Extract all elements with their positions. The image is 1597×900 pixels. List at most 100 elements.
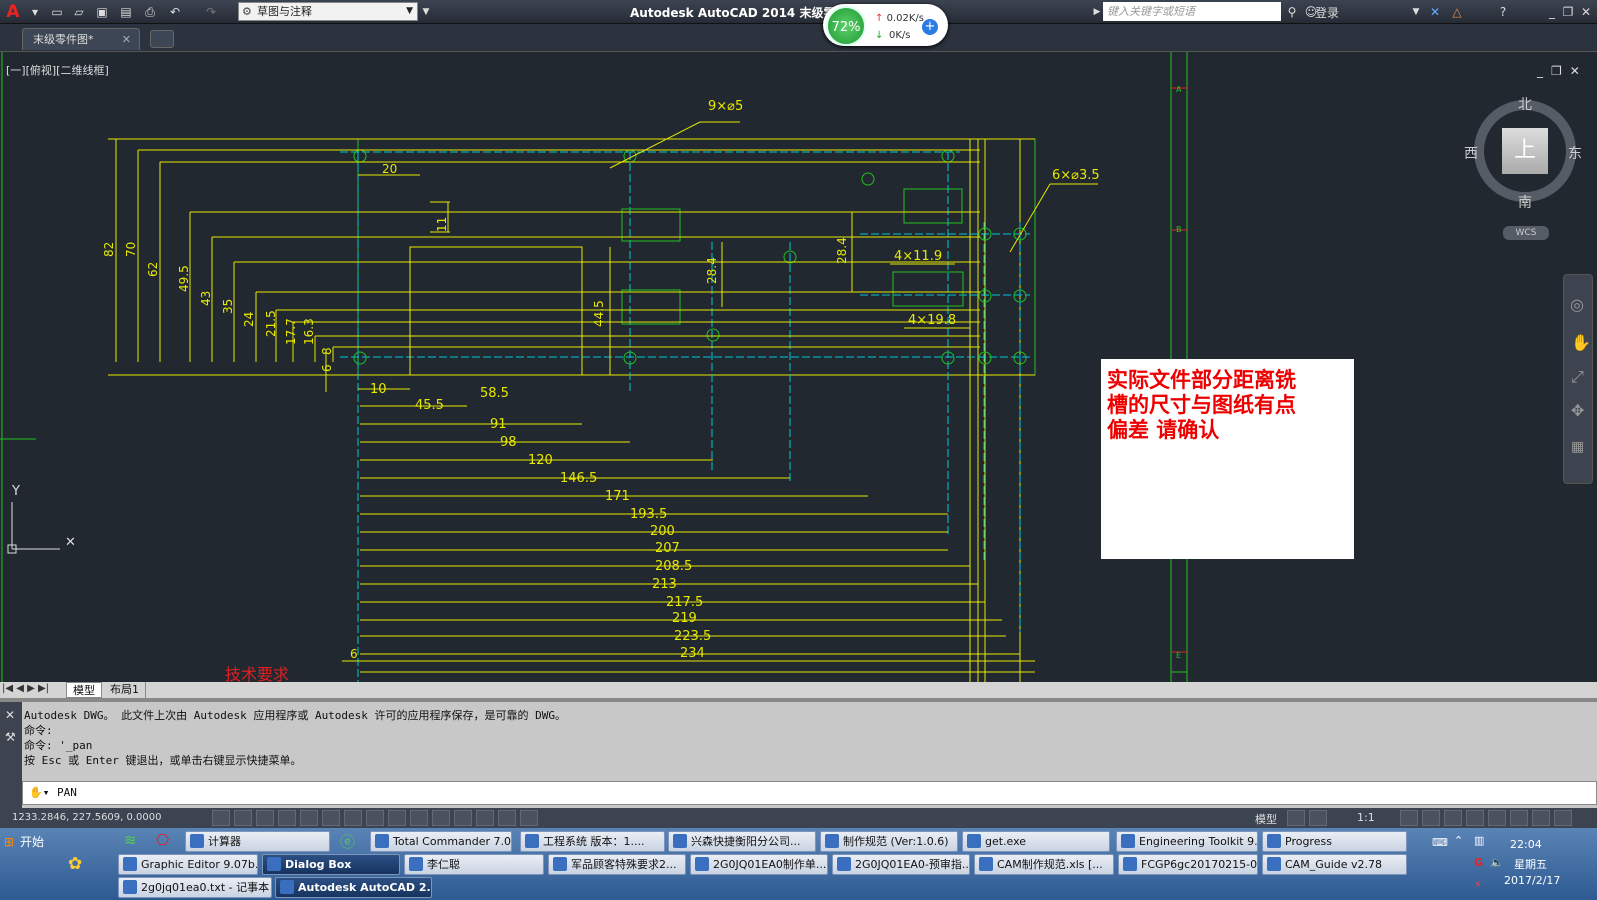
- close-icon[interactable]: ✕: [5, 708, 15, 722]
- network-icon[interactable]: ▥: [1474, 834, 1484, 847]
- hardware-accel-icon[interactable]: [1488, 810, 1506, 826]
- taskbar-item[interactable]: Autodesk AutoCAD 2...: [275, 877, 432, 898]
- taskbar-item[interactable]: get.exe: [962, 831, 1110, 852]
- compass-west[interactable]: 西: [1464, 143, 1478, 163]
- otrack-icon[interactable]: [366, 810, 384, 826]
- 3d-osnap-icon[interactable]: [344, 810, 362, 826]
- taskbar-item[interactable]: 2G0JQ01EA0-预审指...: [832, 854, 970, 875]
- wrench-icon[interactable]: ⚒: [5, 730, 16, 744]
- clock-time[interactable]: 22:04: [1510, 838, 1542, 851]
- zoom-icon[interactable]: ⤢: [1571, 367, 1584, 387]
- clean-screen-icon[interactable]: [1532, 810, 1550, 826]
- selection-cycling-icon[interactable]: [498, 810, 516, 826]
- binoculars-icon[interactable]: ⚲: [1283, 3, 1301, 21]
- taskbar-item[interactable]: Progress: [1262, 831, 1407, 852]
- app-menu-arrow-icon[interactable]: ▾: [28, 3, 42, 21]
- annotation-monitor-icon[interactable]: [520, 810, 538, 826]
- taskbar-item[interactable]: 军品顾客特殊要求2...: [548, 854, 686, 875]
- tab-layout1[interactable]: 布局1: [104, 682, 146, 698]
- print-icon[interactable]: ⎙: [141, 3, 159, 21]
- annotation-visibility-icon[interactable]: [1400, 810, 1418, 826]
- save-as-icon[interactable]: ▤: [117, 3, 135, 21]
- pan-hand-icon[interactable]: ✋: [1571, 333, 1591, 352]
- compass-south[interactable]: 南: [1518, 192, 1532, 212]
- customize-toolbar-icon[interactable]: ▼: [420, 3, 432, 21]
- clock-date[interactable]: 2017/2/17: [1504, 874, 1560, 887]
- wcs-menu[interactable]: WCS: [1503, 226, 1549, 240]
- taskbar-item[interactable]: 2g0jq01ea0.txt - 记事本: [118, 877, 272, 898]
- help-icon[interactable]: ?: [1494, 3, 1512, 21]
- tray-expand-icon[interactable]: ⌃: [1454, 834, 1463, 847]
- new-file-icon[interactable]: ▭: [48, 3, 66, 21]
- taskbar-item[interactable]: CAM制作规范.xls [...: [974, 854, 1114, 875]
- annotation-scale[interactable]: 1:1: [1357, 811, 1375, 824]
- quick-view-drawings-icon[interactable]: [1309, 810, 1327, 826]
- new-tab-button[interactable]: [150, 30, 174, 48]
- dyn-icon[interactable]: [410, 810, 428, 826]
- lineweight-icon[interactable]: [432, 810, 450, 826]
- command-input[interactable]: ✋▾ PAN: [22, 781, 1597, 805]
- flower-icon[interactable]: ✿: [68, 854, 82, 874]
- showmotion-icon[interactable]: ▦: [1571, 439, 1584, 455]
- taskbar-item[interactable]: 计算器: [185, 831, 330, 852]
- save-icon[interactable]: ▣: [93, 3, 111, 21]
- ortho-icon[interactable]: [278, 810, 296, 826]
- autocad-logo-icon[interactable]: A: [2, 2, 24, 22]
- navigation-bar[interactable]: ◎ ✋ ⤢ ✥ ▦: [1563, 274, 1593, 484]
- drawing-canvas[interactable]: [一][俯视][二维线框] _❐✕ ABCDEY✕ 82706249.54335…: [0, 52, 1597, 682]
- autodesk360-icon[interactable]: △: [1448, 3, 1466, 21]
- taskbar-item[interactable]: 兴森快捷衡阳分公司...: [668, 831, 816, 852]
- auto-scale-icon[interactable]: [1422, 810, 1440, 826]
- layout-nav-arrows-icon[interactable]: |◀ ◀ ▶ ▶|: [2, 683, 64, 697]
- quick-props-icon[interactable]: [476, 810, 494, 826]
- document-tab[interactable]: 末级零件图* ✕: [22, 28, 140, 50]
- taskbar-item[interactable]: Total Commander 7.0 ...: [370, 831, 512, 852]
- status-menu-icon[interactable]: [1554, 810, 1572, 826]
- taskbar-item[interactable]: Dialog Box: [262, 854, 400, 875]
- taskbar-item[interactable]: 李仁聪: [404, 854, 544, 875]
- snap-icon[interactable]: [234, 810, 252, 826]
- osnap-icon[interactable]: [322, 810, 340, 826]
- restore-button[interactable]: ❐: [1561, 3, 1575, 21]
- workspace-dropdown[interactable]: ⚙ 草图与注释 ▼: [238, 2, 418, 21]
- login-button[interactable]: 登录: [1315, 4, 1339, 21]
- workspace-switch-icon[interactable]: [1444, 810, 1462, 826]
- start-button[interactable]: ⊞ 开始: [2, 831, 52, 853]
- ie-icon[interactable]: ⓔ: [340, 831, 355, 852]
- coordinates-readout[interactable]: 1233.2846, 227.5609, 0.0000: [12, 812, 162, 823]
- volume-icon[interactable]: 🔈: [1490, 856, 1504, 869]
- model-space-toggle[interactable]: 模型: [1255, 811, 1277, 827]
- close-tab-icon[interactable]: ✕: [122, 29, 131, 51]
- infer-constraints-icon[interactable]: [212, 810, 230, 826]
- redo-icon[interactable]: ↷: [202, 3, 220, 21]
- viewcube[interactable]: 上 北 南 东 西 WCS: [1464, 92, 1582, 242]
- taskbar-item[interactable]: Engineering Toolkit 9....: [1116, 831, 1258, 852]
- taskbar-item[interactable]: 制作规范 (Ver:1.0.6): [820, 831, 958, 852]
- tray-app-icon[interactable]: ⚡: [1474, 878, 1482, 891]
- open-file-icon[interactable]: ▱: [70, 3, 88, 21]
- pdf-icon[interactable]: ⎔: [156, 831, 169, 849]
- quicklaunch-icon[interactable]: ≋: [124, 831, 137, 849]
- polar-icon[interactable]: [300, 810, 318, 826]
- minimize-button[interactable]: _: [1545, 3, 1559, 21]
- compass-east[interactable]: 东: [1568, 143, 1582, 163]
- clock-day[interactable]: 星期五: [1514, 856, 1547, 872]
- search-input[interactable]: 键入关键字或短语: [1103, 2, 1281, 21]
- command-window-handle[interactable]: ✕ ⚒: [0, 702, 22, 808]
- steering-wheel-icon[interactable]: ◎: [1570, 295, 1584, 314]
- isolate-objects-icon[interactable]: [1510, 810, 1528, 826]
- orbit-icon[interactable]: ✥: [1571, 401, 1584, 420]
- network-monitor-widget[interactable]: 72% ↑ 0.02K/s 0K/s ↓ +: [823, 4, 948, 46]
- exchange-icon[interactable]: ✕: [1426, 3, 1444, 21]
- taskbar-item[interactable]: Graphic Editor 9.07b...: [118, 854, 258, 875]
- tab-model[interactable]: 模型: [66, 682, 102, 698]
- taskbar-item[interactable]: 2G0JQ01EA0制作单....: [690, 854, 828, 875]
- plus-icon[interactable]: +: [922, 19, 938, 35]
- taskbar-item[interactable]: 工程系统 版本：1....: [520, 831, 665, 852]
- taskbar-item[interactable]: CAM_Guide v2.78: [1262, 854, 1407, 875]
- transparency-icon[interactable]: [454, 810, 472, 826]
- undo-icon[interactable]: ↶: [166, 3, 184, 21]
- quick-view-layouts-icon[interactable]: [1287, 810, 1305, 826]
- keyboard-icon[interactable]: ⌨: [1432, 836, 1448, 849]
- compass-north[interactable]: 北: [1518, 94, 1532, 114]
